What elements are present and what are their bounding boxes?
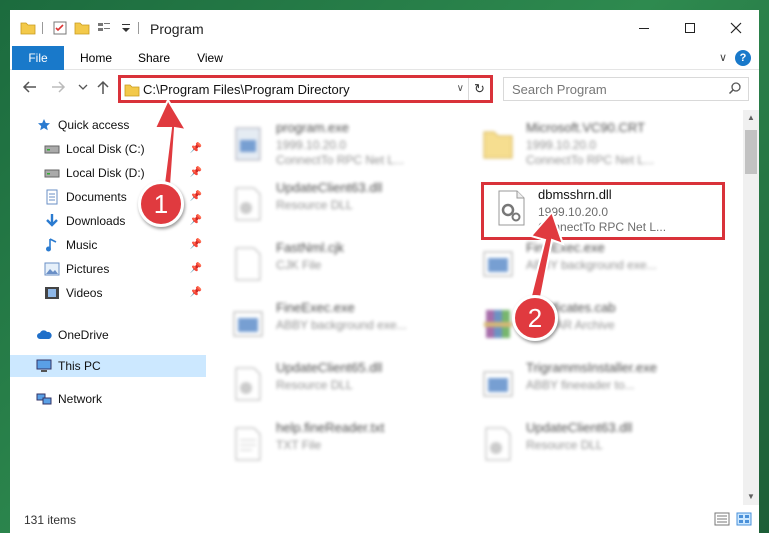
scrollbar-thumb[interactable] xyxy=(745,130,757,174)
app-icon xyxy=(483,371,513,397)
list-item[interactable]: FastNml.cjk CJK File xyxy=(216,236,456,292)
minimize-button[interactable] xyxy=(621,10,667,46)
new-folder-icon[interactable] xyxy=(74,20,90,36)
network-icon xyxy=(36,391,52,407)
dll-icon xyxy=(485,427,511,461)
maximize-button[interactable] xyxy=(667,10,713,46)
search-icon[interactable] xyxy=(728,81,742,95)
list-item[interactable]: Certificates.cab WinRAR Archive xyxy=(466,296,706,352)
file-highlight-box xyxy=(481,182,725,240)
scroll-down-icon[interactable]: ▼ xyxy=(743,489,759,505)
back-arrow-icon[interactable] xyxy=(22,80,38,94)
ribbon-tabs: File Home Share View ∨ ? xyxy=(10,46,759,70)
app-icon xyxy=(483,251,513,277)
close-icon xyxy=(730,22,742,34)
music-icon xyxy=(44,237,60,253)
drive-icon xyxy=(44,141,60,157)
item-count: 131 items xyxy=(24,513,77,527)
window-title: Program xyxy=(150,21,204,37)
tab-file[interactable]: File xyxy=(12,46,64,70)
vertical-scrollbar[interactable]: ▲ ▼ xyxy=(743,110,759,505)
sidebar-item-quick-access[interactable]: Quick access xyxy=(10,114,206,136)
close-button[interactable] xyxy=(713,10,759,46)
navigation-pane: Quick access Local Disk (C:) 📌 Local Dis… xyxy=(10,110,210,505)
list-item[interactable]: FineExec.exe ABBY background exe... xyxy=(466,236,706,292)
view-options-icon[interactable] xyxy=(96,20,112,36)
pin-icon[interactable]: 📌 xyxy=(190,167,202,178)
folder-icon xyxy=(483,131,513,159)
list-item[interactable]: TrigrammsInstaller.exe ABBY fineeader to… xyxy=(466,356,706,412)
pin-icon[interactable]: 📌 xyxy=(190,287,202,298)
expand-ribbon-icon[interactable]: ∨ xyxy=(719,51,727,64)
sidebar-item-onedrive[interactable]: OneDrive xyxy=(10,324,206,346)
recent-locations-icon[interactable] xyxy=(78,84,88,92)
properties-icon[interactable] xyxy=(52,20,68,36)
pin-icon[interactable]: 📌 xyxy=(190,215,202,226)
dll-icon xyxy=(235,367,261,401)
pictures-icon xyxy=(44,261,60,277)
sidebar-item-local-disk-c[interactable]: Local Disk (C:) 📌 xyxy=(10,138,206,160)
navigation-bar: C:\Program Files\Program Directory ∨ ↻ xyxy=(10,72,759,103)
dll-icon xyxy=(235,187,261,221)
documents-icon xyxy=(44,189,60,205)
callout-step-2: 2 xyxy=(512,295,558,341)
up-arrow-icon[interactable] xyxy=(96,79,110,95)
pin-icon[interactable]: 📌 xyxy=(190,239,202,250)
tab-view[interactable]: View xyxy=(186,46,234,70)
title-bar: Program xyxy=(10,10,759,46)
pin-icon[interactable]: 📌 xyxy=(190,191,202,202)
sidebar-item-this-pc[interactable]: This PC xyxy=(10,355,206,377)
tab-home[interactable]: Home xyxy=(70,46,122,70)
videos-icon xyxy=(44,285,60,301)
exe-icon xyxy=(235,127,261,161)
list-item[interactable]: Microsoft.VC90.CRT 1999.10.20.0 ConnectT… xyxy=(466,116,706,172)
help-button[interactable]: ? xyxy=(735,50,751,66)
forward-arrow-icon[interactable] xyxy=(50,80,66,94)
file-list: program.exe 1999.10.20.0 ConnectTo RPC N… xyxy=(216,110,740,505)
list-item[interactable]: UpdateClient63.dll Resource DLL xyxy=(466,416,706,472)
maximize-icon xyxy=(685,23,695,33)
sidebar-item-network[interactable]: Network xyxy=(10,388,206,410)
sidebar-item-pictures[interactable]: Pictures 📌 xyxy=(10,258,206,280)
app-icon xyxy=(233,311,263,337)
drive-icon xyxy=(44,165,60,181)
customize-qat-icon[interactable] xyxy=(118,20,134,36)
large-icons-view-icon[interactable] xyxy=(736,512,752,526)
file-icon xyxy=(235,247,261,281)
callout-step-1: 1 xyxy=(138,181,184,227)
minimize-icon xyxy=(639,28,649,29)
sidebar-item-local-disk-d[interactable]: Local Disk (D:) 📌 xyxy=(10,162,206,184)
computer-icon xyxy=(36,358,52,374)
pin-icon[interactable]: 📌 xyxy=(190,263,202,274)
star-icon xyxy=(36,117,52,133)
sidebar-item-music[interactable]: Music 📌 xyxy=(10,234,206,256)
sidebar-item-videos[interactable]: Videos 📌 xyxy=(10,282,206,304)
cloud-icon xyxy=(36,327,52,343)
title-separator xyxy=(138,22,139,34)
list-item[interactable]: UpdateClient63.dll Resource DLL xyxy=(216,176,456,232)
qat-separator xyxy=(42,22,43,34)
list-item[interactable]: program.exe 1999.10.20.0 ConnectTo RPC N… xyxy=(216,116,456,172)
search-box[interactable] xyxy=(503,77,749,101)
tab-share[interactable]: Share xyxy=(128,46,180,70)
list-item[interactable]: FineExec.exe ABBY background exe... xyxy=(216,296,456,352)
text-file-icon xyxy=(235,427,261,461)
search-input[interactable] xyxy=(512,81,712,97)
pin-icon[interactable]: 📌 xyxy=(190,143,202,154)
list-item[interactable]: help.fineReader.txt TXT File xyxy=(216,416,456,472)
details-view-icon[interactable] xyxy=(714,512,730,526)
scroll-up-icon[interactable]: ▲ xyxy=(743,110,759,126)
folder-icon[interactable] xyxy=(20,20,36,36)
status-bar: 131 items xyxy=(10,505,759,533)
list-item[interactable]: UpdateClient65.dll Resource DLL xyxy=(216,356,456,412)
address-highlight-box xyxy=(118,75,493,103)
download-icon xyxy=(44,213,60,229)
explorer-window: Program File Home Share View ∨ ? C:\Prog… xyxy=(10,10,759,533)
